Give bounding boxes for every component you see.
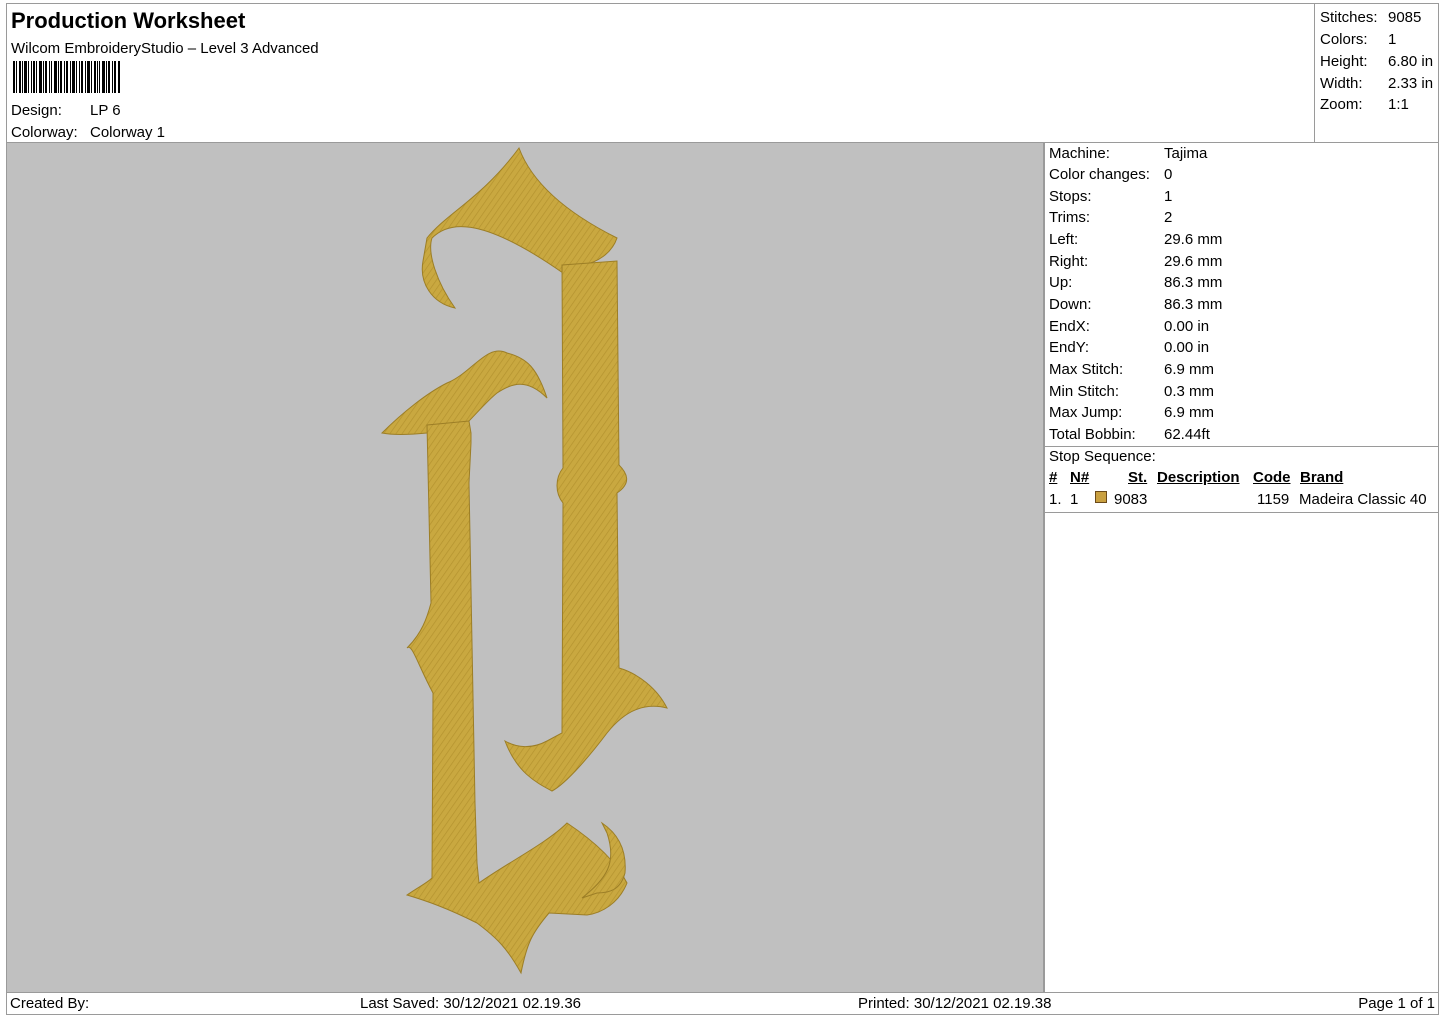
stat-value: 9085 [1388,9,1422,26]
info-value: 6.9 mm [1164,404,1215,421]
col-header-stitches: St. [1128,469,1148,486]
stat-value: 1:1 [1388,96,1409,113]
info-value: 0.3 mm [1164,383,1215,400]
info-value: 62.44ft [1164,426,1210,443]
stat-label: Stitches: [1320,9,1378,26]
row-num: 1. [1049,491,1062,508]
col-header-num: # [1049,469,1058,486]
stat-label: Height: [1320,53,1368,70]
created-by: Created By: [10,995,90,1012]
stat-zoom: Zoom: 1:1 [1320,96,1409,113]
info-label: Trims: [1049,209,1091,226]
stat-stitches: Stitches: 9085 [1320,9,1421,26]
divider [1045,512,1438,513]
col-header-code: Code [1253,469,1291,486]
row-code: 1159 [1257,491,1290,508]
info-value: 29.6 mm [1164,231,1223,248]
stat-colors: Colors: 1 [1320,31,1396,48]
printed-date: Printed: 30/12/2021 02.19.38 [858,995,1052,1012]
info-value: Tajima [1164,145,1208,162]
info-label: Up: [1049,274,1073,291]
info-value: 2 [1164,209,1173,226]
design-value: LP 6 [90,102,121,119]
col-header-description: Description [1157,469,1240,486]
gothic-letter-shape [380,146,668,975]
info-label: Max Jump: [1049,404,1123,421]
design-preview [6,143,1044,993]
page-title: Production Worksheet [11,8,246,33]
row-stitches: 9083 [1114,491,1148,508]
row-brand: Madeira Classic 40 [1299,491,1427,508]
colorway-label: Colorway: [11,124,78,141]
page-number: Page 1 of 1 [1358,995,1435,1012]
header-info: Production Worksheet Wilcom EmbroiderySt… [7,4,1315,142]
worksheet-footer: Created By: Last Saved: 30/12/2021 02.19… [6,993,1439,1015]
barcode-icon [13,61,120,93]
stat-value: 6.80 in [1388,53,1434,70]
design-stats: Stitches: 9085 Colors: 1 Height: 6.80 in Wi… [1314,4,1441,142]
design-field: Design: LP 6 [11,102,121,119]
embroidery-design-image [380,146,668,975]
last-saved: Last Saved: 30/12/2021 02.19.36 [360,995,582,1012]
info-value: 0 [1164,166,1173,183]
info-label: Down: [1049,296,1092,313]
info-value: 86.3 mm [1164,274,1223,291]
info-value: 86.3 mm [1164,296,1223,313]
info-value: 29.6 mm [1164,253,1223,270]
col-header-needle: N# [1070,469,1090,486]
info-label: Color changes: [1049,166,1150,183]
worksheet-header: Production Worksheet Wilcom EmbroiderySt… [6,3,1439,143]
info-value: 0.00 in [1164,318,1210,335]
machine-info-panel: Machine: Tajima Color changes: 0 Stops: 1 T… [1044,143,1439,993]
colorway-value: Colorway 1 [90,124,166,141]
info-value: 1 [1164,188,1173,205]
info-label: Right: [1049,253,1089,270]
row-needle: 1 [1070,491,1079,508]
info-value: 6.9 mm [1164,361,1215,378]
software-name: Wilcom EmbroideryStudio – Level 3 Advanc… [11,40,319,57]
info-label: EndX: [1049,318,1090,335]
design-label: Design: [11,102,62,119]
info-label: Machine: [1049,145,1110,162]
info-label: Max Stitch: [1049,361,1124,378]
stat-label: Colors: [1320,31,1368,48]
stat-value: 1 [1388,31,1397,48]
colorway-field: Colorway: Colorway 1 [11,124,165,141]
stat-width: Width: 2.33 in [1320,75,1433,92]
info-label: EndY: [1049,339,1090,356]
stat-height: Height: 6.80 in [1320,53,1433,70]
col-header-brand: Brand [1300,469,1344,486]
info-value: 0.00 in [1164,339,1210,356]
info-label: Min Stitch: [1049,383,1120,400]
stat-label: Width: [1320,75,1363,92]
info-label: Stops: [1049,188,1092,205]
thread-color-swatch [1095,491,1107,503]
info-label: Left: [1049,231,1079,248]
info-label: Total Bobbin: [1049,426,1136,443]
stop-sequence-title: Stop Sequence: [1049,448,1156,465]
stat-label: Zoom: [1320,96,1363,113]
stat-value: 2.33 in [1388,75,1434,92]
